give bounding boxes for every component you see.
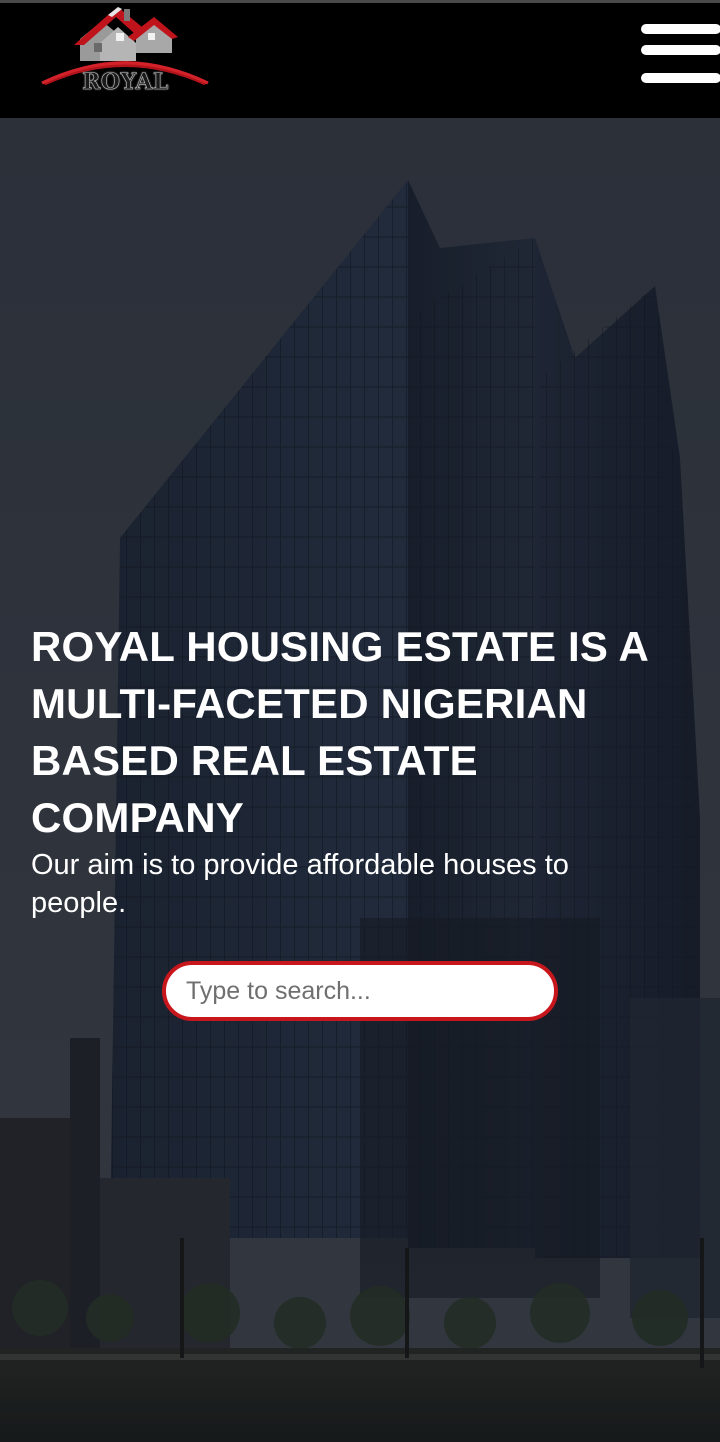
hamburger-menu-button[interactable] [638,21,720,87]
hamburger-line [641,45,720,55]
hero-section: ROYAL HOUSING ESTATE IS A MULTI-FACETED … [0,118,720,1442]
hero-subtitle: Our aim is to provide affordable houses … [31,849,569,919]
top-header: ROYAL [0,0,720,118]
site-logo[interactable]: ROYAL [38,3,213,103]
search-input[interactable] [162,961,558,1021]
page: ROYAL ROYAL HOUSING ESTATE IS A MULTI-FA… [0,0,720,1442]
hamburger-line [641,24,720,34]
hamburger-line [641,73,720,83]
logo-text: ROYAL [82,69,169,96]
hero-headline: ROYAL HOUSING ESTATE IS A MULTI-FACETED … [31,623,648,841]
